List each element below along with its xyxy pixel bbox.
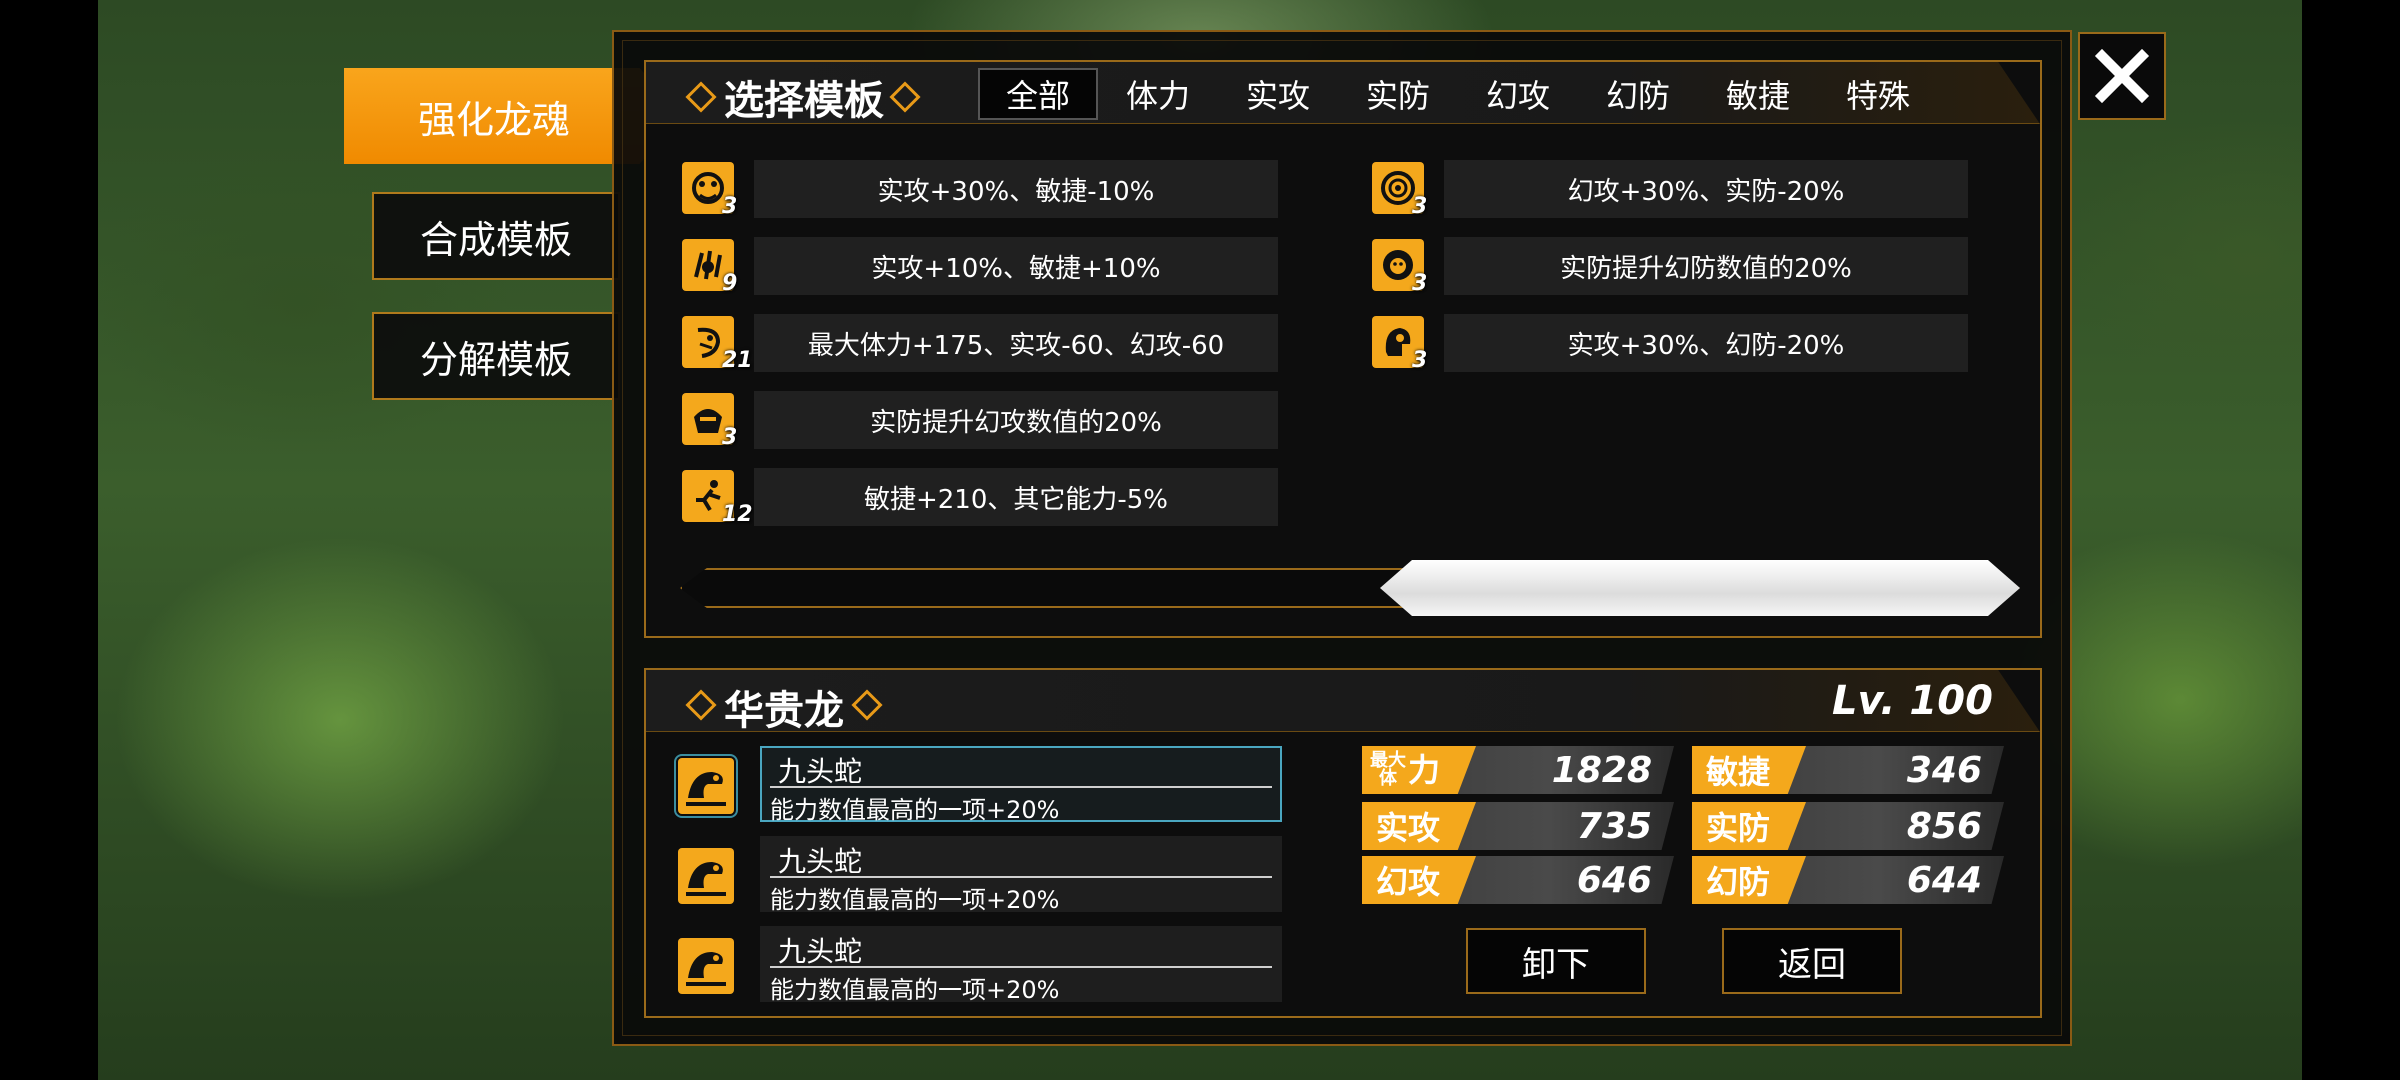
slot-box: 九头蛇 能力数值最高的一项+20% (760, 746, 1282, 824)
slot-box: 九头蛇 能力数值最高的一项+20% (760, 836, 1282, 914)
stat-physical-attack: 实攻 735 (1362, 802, 1674, 850)
equipped-slot[interactable]: 九头蛇 能力数值最高的一项+20% (674, 746, 1282, 824)
equipped-slot[interactable]: 九头蛇 能力数值最高的一项+20% (678, 926, 1282, 1004)
filter-matk[interactable]: 幻攻 (1458, 68, 1578, 120)
slot-name: 九头蛇 (778, 755, 863, 788)
template-item[interactable]: 12 敏捷+210、其它能力-5% (682, 468, 1282, 528)
template-count: 3 (1412, 348, 1428, 373)
unequip-button[interactable]: 卸下 (1466, 928, 1646, 994)
stat-max-hp: 最大 体 力 1828 (1362, 746, 1674, 794)
slot-divider (770, 786, 1272, 788)
slot-box: 九头蛇 能力数值最高的一项+20% (760, 926, 1282, 1004)
stat-label-mid: 体 (1379, 768, 1397, 789)
template-item[interactable]: 3 幻攻+30%、实防-20% (1372, 160, 1972, 220)
template-item[interactable]: 3 实攻+30%、敏捷-10% (682, 160, 1282, 220)
stat-label: 最大 体 力 (1362, 746, 1476, 794)
tab-synthesize-template[interactable]: 合成模板 (372, 192, 620, 280)
template-item[interactable]: 3 实防提升幻攻数值的20% (682, 391, 1282, 451)
filter-agi[interactable]: 敏捷 (1698, 68, 1818, 120)
template-item[interactable]: 21 最大体力+175、实攻-60、幻攻-60 (682, 314, 1282, 374)
template-item[interactable]: 9 实攻+10%、敏捷+10% (682, 237, 1282, 297)
stat-magic-attack: 幻攻 646 (1362, 856, 1674, 904)
hydra-icon (674, 754, 738, 818)
template-count: 3 (722, 425, 738, 450)
filter-all[interactable]: 全部 (978, 68, 1098, 120)
stat-value: 346 (1906, 750, 1982, 791)
template-effect: 实攻+30%、敏捷-10% (754, 160, 1278, 218)
slot-desc: 能力数值最高的一项+20% (770, 976, 1060, 1004)
stat-label: 幻攻 (1362, 856, 1476, 904)
filter-tabs: 全部 体力 实攻 实防 幻攻 幻防 敏捷 特殊 (978, 68, 1938, 120)
hydra-icon (678, 938, 734, 994)
stat-label: 幻防 (1692, 856, 1806, 904)
stat-value: 646 (1576, 860, 1652, 901)
slot-divider (770, 876, 1272, 878)
close-icon (2094, 48, 2150, 104)
stat-label: 实防 (1692, 802, 1806, 850)
hydra-icon (678, 848, 734, 904)
template-effect: 实防提升幻攻数值的20% (754, 391, 1278, 449)
template-item[interactable]: 3 实攻+30%、幻防-20% (1372, 314, 1972, 374)
slot-desc: 能力数值最高的一项+20% (770, 796, 1060, 824)
dragon-level: Lv. 100 (1832, 678, 1993, 724)
template-effect: 实攻+10%、敏捷+10% (754, 237, 1278, 295)
scrollbar-thumb[interactable] (1380, 560, 2020, 616)
close-button[interactable] (2078, 32, 2166, 120)
filter-special[interactable]: 特殊 (1818, 68, 1938, 120)
tab-label: 合成模板 (419, 217, 572, 262)
tab-label: 分解模板 (419, 337, 572, 382)
template-count: 9 (722, 271, 738, 296)
template-count: 12 (722, 502, 753, 527)
equipped-slot[interactable]: 九头蛇 能力数值最高的一项+20% (678, 836, 1282, 914)
stat-magic-defense: 幻防 644 (1692, 856, 2004, 904)
slot-name: 九头蛇 (778, 845, 863, 878)
stat-physical-defense: 实防 856 (1692, 802, 2004, 850)
back-button[interactable]: 返回 (1722, 928, 1902, 994)
stat-value: 644 (1906, 860, 1982, 901)
template-count: 21 (722, 348, 753, 373)
template-effect: 幻攻+30%、实防-20% (1444, 160, 1968, 218)
letterbox-left (0, 0, 98, 1080)
panel-title: 选择模板 (724, 78, 884, 124)
tab-label: 强化龙魂 (417, 97, 570, 142)
tab-decompose-template[interactable]: 分解模板 (372, 312, 620, 400)
template-effect: 实防提升幻防数值的20% (1444, 237, 1968, 295)
template-item[interactable]: 3 实防提升幻防数值的20% (1372, 237, 1972, 297)
stat-agility: 敏捷 346 (1692, 746, 2004, 794)
stat-label-big: 力 (1408, 751, 1441, 789)
filter-pdef[interactable]: 实防 (1338, 68, 1458, 120)
template-count: 3 (722, 194, 738, 219)
dragon-name: 华贵龙 (724, 688, 844, 734)
template-effect: 敏捷+210、其它能力-5% (754, 468, 1278, 526)
stat-label: 敏捷 (1692, 746, 1806, 794)
slot-desc: 能力数值最高的一项+20% (770, 886, 1060, 914)
template-count: 3 (1412, 194, 1428, 219)
letterbox-right (2302, 0, 2400, 1080)
stat-label: 实攻 (1362, 802, 1476, 850)
stat-value: 856 (1906, 806, 1982, 847)
stat-value: 1828 (1551, 750, 1652, 791)
filter-patk[interactable]: 实攻 (1218, 68, 1338, 120)
slot-name: 九头蛇 (778, 935, 863, 968)
filter-mdef[interactable]: 幻防 (1578, 68, 1698, 120)
filter-hp[interactable]: 体力 (1098, 68, 1218, 120)
template-effect: 最大体力+175、实攻-60、幻攻-60 (754, 314, 1278, 372)
stat-value: 735 (1576, 806, 1652, 847)
template-effect: 实攻+30%、幻防-20% (1444, 314, 1968, 372)
template-count: 3 (1412, 271, 1428, 296)
slot-divider (770, 966, 1272, 968)
